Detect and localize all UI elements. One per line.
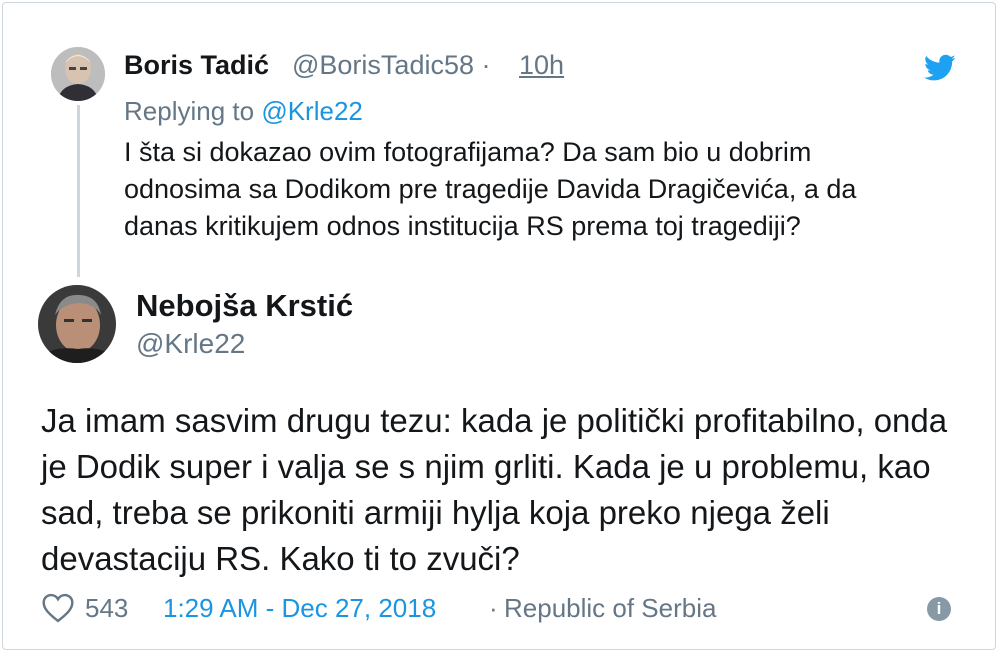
parent-author-avatar[interactable]: [51, 47, 105, 101]
main-author-handle[interactable]: @Krle22: [136, 328, 245, 360]
parent-tweet-time[interactable]: 10h: [519, 50, 564, 81]
thread-connector-line: [77, 105, 80, 277]
replying-prefix: Replying to: [124, 96, 255, 126]
parent-tweet-text: I šta si dokazao ovim fotografijama? Da …: [124, 137, 857, 241]
tweet-timestamp-link[interactable]: 1:29 AM - Dec 27, 2018: [163, 593, 436, 624]
embedded-tweet-card: Boris Tadić @BorisTadic58 · 10h Replying…: [2, 2, 996, 650]
info-icon[interactable]: i: [927, 597, 951, 621]
main-author-avatar[interactable]: [38, 285, 116, 363]
main-tweet-text: Ja imam sasvim drugu tezu: kada je polit…: [41, 402, 948, 577]
tweet-location[interactable]: Republic of Serbia: [504, 593, 716, 624]
parent-author-handle[interactable]: @BorisTadic58 ·: [292, 50, 491, 81]
parent-handle-text[interactable]: @BorisTadic58: [292, 50, 474, 80]
replying-to-line: Replying to @Krle22: [124, 96, 363, 127]
like-count[interactable]: 543: [85, 593, 128, 624]
parent-author-name[interactable]: Boris Tadić: [124, 50, 269, 81]
replying-mention-link[interactable]: @Krle22: [261, 96, 363, 126]
main-author-name[interactable]: Nebojša Krstić: [136, 288, 353, 324]
heart-icon[interactable]: [41, 593, 75, 623]
separator-dot: ·: [481, 50, 491, 80]
footer-separator-dot: ·: [489, 593, 498, 623]
twitter-bird-icon[interactable]: [924, 54, 956, 82]
tweet-footer: 543 1:29 AM - Dec 27, 2018 · Republic of…: [41, 591, 971, 627]
